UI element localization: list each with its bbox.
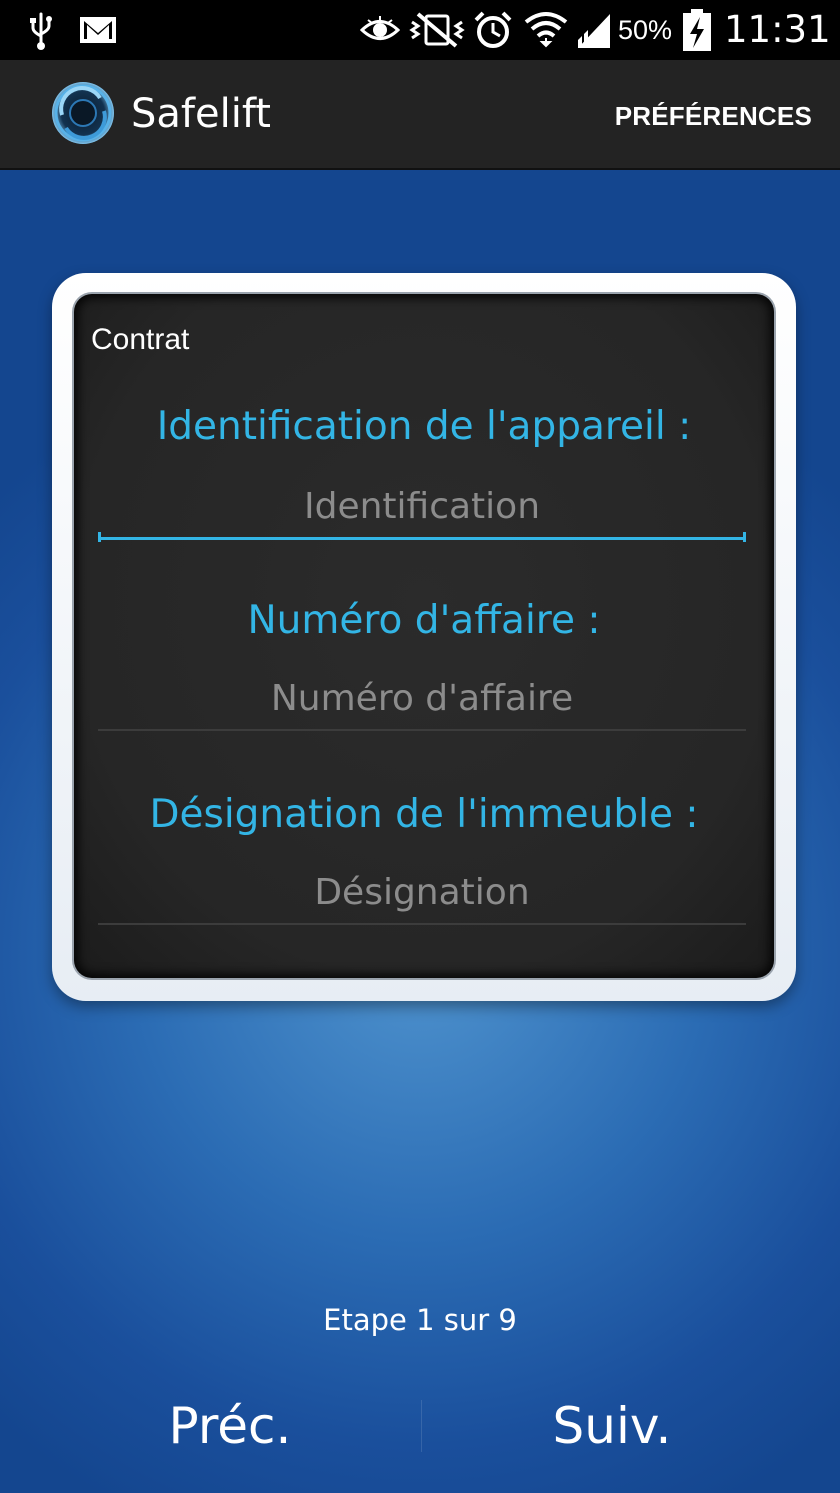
battery-charging-icon <box>683 9 711 51</box>
action-bar: Safelift PRÉFÉRENCES <box>0 60 840 170</box>
preferences-button[interactable]: PRÉFÉRENCES <box>615 96 812 136</box>
identification-label: Identification de l'appareil : <box>156 404 692 449</box>
app-title: Safelift <box>131 91 271 137</box>
status-bar: 50% 11:31 <box>0 0 840 60</box>
building-designation-label: Désignation de l'immeuble : <box>149 792 699 837</box>
form-panel: Contrat Identification de l'appareil : N… <box>74 294 774 978</box>
safelift-logo-icon[interactable] <box>50 80 116 146</box>
input-focus-edge-left <box>98 532 101 542</box>
previous-button[interactable]: Préc. <box>20 1386 440 1466</box>
step-indicator: Etape 1 sur 9 <box>323 1303 517 1337</box>
usb-icon <box>30 12 52 50</box>
form-card: Contrat Identification de l'appareil : N… <box>52 273 796 1001</box>
battery-percent: 50% <box>618 15 673 45</box>
eye-icon <box>360 16 400 40</box>
next-button[interactable]: Suiv. <box>402 1386 822 1466</box>
identification-input[interactable] <box>98 476 746 540</box>
clock: 11:31 <box>724 8 831 51</box>
building-designation-input[interactable] <box>98 861 746 925</box>
alarm-icon <box>474 11 512 48</box>
business-number-input[interactable] <box>98 667 746 731</box>
business-number-label: Numéro d'affaire : <box>247 598 601 643</box>
wifi-icon <box>524 12 568 48</box>
signal-icon <box>578 14 610 48</box>
input-focus-edge-right <box>743 532 746 542</box>
vibrate-mute-icon <box>409 12 465 48</box>
gmail-icon <box>80 17 116 43</box>
card-title: Contrat <box>91 323 190 356</box>
